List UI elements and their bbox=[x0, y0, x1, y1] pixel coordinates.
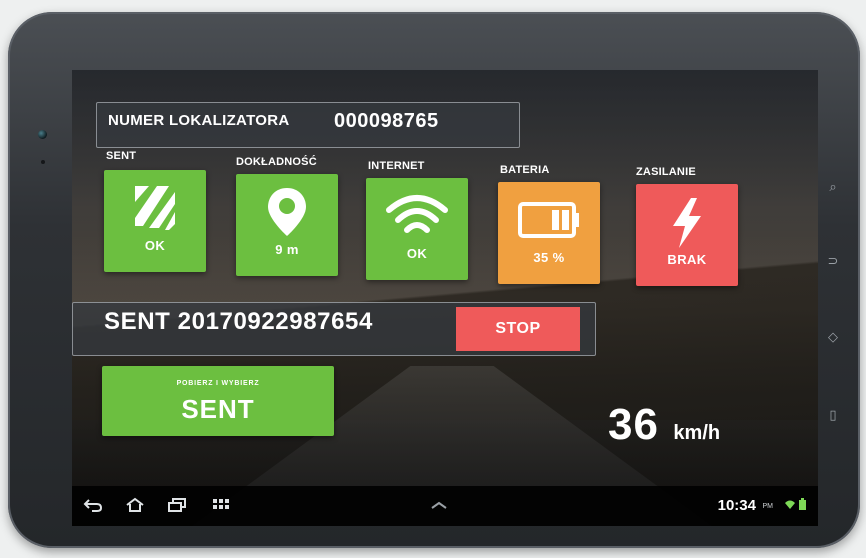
light-sensor bbox=[41, 160, 45, 164]
battery-status-icon bbox=[799, 498, 806, 510]
tile-power[interactable]: BRAK bbox=[636, 184, 738, 286]
tile-sent[interactable]: OK bbox=[104, 170, 206, 272]
tile-battery[interactable]: 35 % bbox=[498, 182, 600, 284]
status-ampm: PM bbox=[762, 503, 774, 510]
front-camera bbox=[38, 130, 47, 139]
pick-sent-button[interactable]: POBIERZ I WYBIERZ SENT bbox=[102, 366, 334, 436]
tile-internet[interactable]: OK bbox=[366, 178, 468, 280]
stop-button[interactable]: STOP bbox=[456, 307, 580, 351]
hw-menu-icon[interactable]: ▯ bbox=[826, 408, 840, 422]
speed-unit: km/h bbox=[673, 422, 721, 444]
recent-apps-icon[interactable] bbox=[164, 494, 190, 516]
tile-label-power: ZASILANIE bbox=[636, 166, 696, 178]
location-pin-icon bbox=[236, 186, 338, 238]
status-icons bbox=[784, 498, 806, 510]
hw-search-icon[interactable]: ⌕ bbox=[826, 180, 840, 194]
pick-sent-title: SENT bbox=[181, 394, 255, 424]
hw-home-icon[interactable]: ◇ bbox=[826, 330, 840, 344]
tile-battery-value: 35 % bbox=[533, 250, 565, 265]
back-icon[interactable] bbox=[80, 494, 106, 516]
tile-accuracy[interactable]: 9 m bbox=[236, 174, 338, 276]
hw-back-icon[interactable]: ⊃ bbox=[826, 254, 840, 268]
tile-internet-value: OK bbox=[406, 246, 428, 261]
sent-number-text: SENT 20170922987654 bbox=[104, 308, 373, 335]
wifi-icon bbox=[366, 190, 468, 242]
tile-sent-value: OK bbox=[144, 238, 166, 253]
locator-id-value: 000098765 bbox=[334, 110, 439, 132]
tile-power-value: BRAK bbox=[667, 252, 707, 267]
tile-label-battery: BATERIA bbox=[500, 164, 550, 176]
tile-accuracy-value: 9 m bbox=[275, 242, 299, 257]
tile-label-sent: SENT bbox=[106, 150, 137, 162]
status-clock: 10:34 bbox=[717, 497, 756, 514]
home-icon[interactable] bbox=[122, 494, 148, 516]
app-screen: NUMER LOKALIZATORA 000098765 SENT DOKŁAD… bbox=[72, 70, 818, 526]
chevron-up-icon[interactable] bbox=[426, 494, 452, 516]
lightning-icon bbox=[636, 196, 738, 248]
tile-label-accuracy: DOKŁADNOŚĆ bbox=[236, 156, 317, 168]
locator-id-label: NUMER LOKALIZATORA bbox=[108, 112, 290, 129]
tablet-device: ⌕ ⊃ ◇ ▯ NUMER LOKALIZATORA 000098765 SEN… bbox=[8, 12, 860, 548]
sent-stripes-icon bbox=[104, 182, 206, 234]
speed-value: 36 bbox=[608, 400, 659, 449]
system-nav-bar: 10:34 PM bbox=[72, 486, 818, 526]
apps-grid-icon[interactable] bbox=[208, 494, 234, 516]
battery-icon bbox=[498, 194, 600, 246]
pick-sent-subtitle: POBIERZ I WYBIERZ bbox=[176, 380, 260, 387]
speed-display: 36 km/h bbox=[608, 400, 720, 450]
wifi-status-icon bbox=[785, 500, 795, 509]
tile-label-internet: INTERNET bbox=[368, 160, 425, 172]
